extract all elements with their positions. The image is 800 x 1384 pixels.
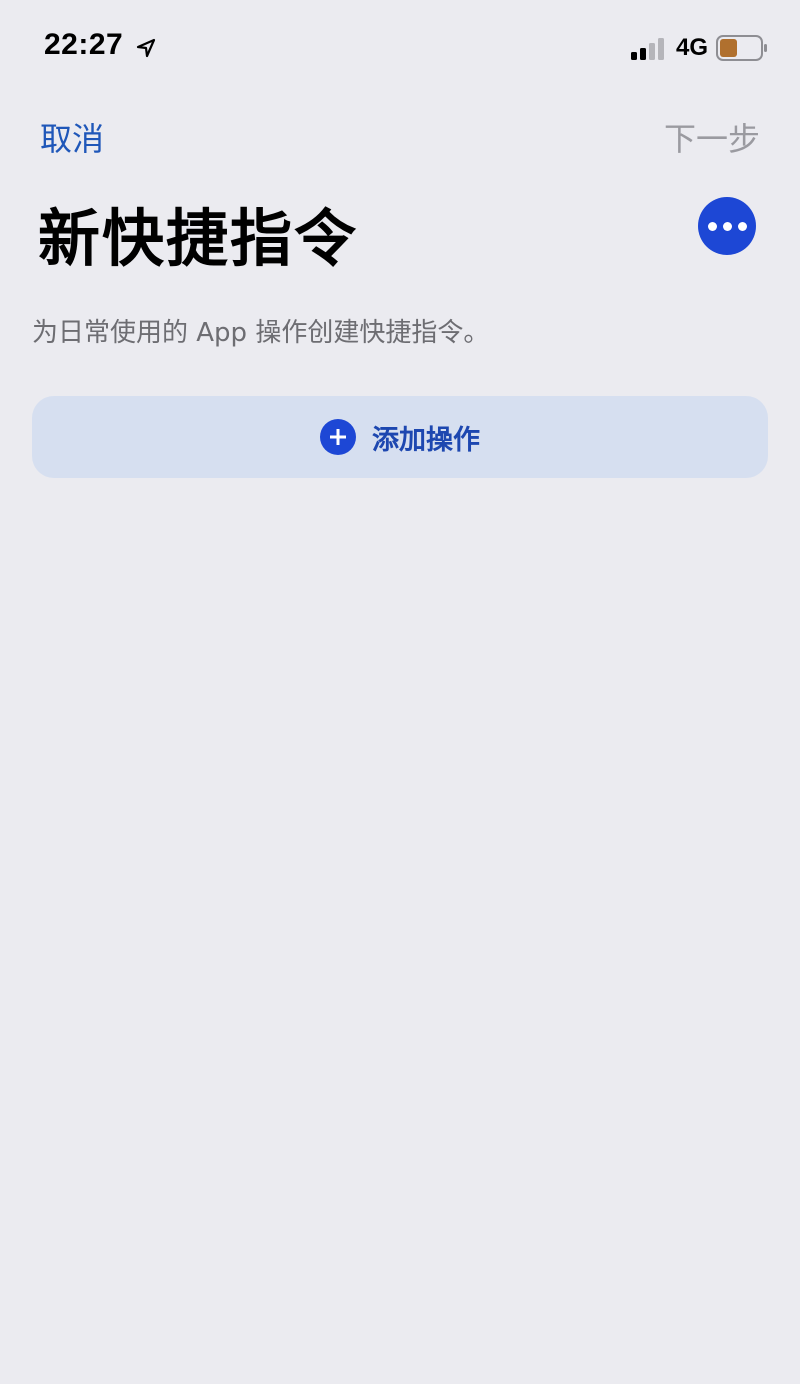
cancel-button[interactable]: 取消 [40,114,104,160]
status-time: 22:27 [44,28,124,61]
page-title: 新快捷指令 [38,202,359,275]
signal-icon [631,38,664,60]
battery-icon [716,35,767,61]
more-options-button[interactable] [698,197,756,255]
description-text: 为日常使用的 App 操作创建快捷指令。 [32,318,490,348]
add-action-button[interactable]: 添加操作 [32,396,768,478]
status-bar: 22:27 4G [0,0,800,96]
next-button[interactable]: 下一步 [664,114,760,160]
location-arrow-icon [136,38,156,58]
ellipsis-icon [707,221,747,231]
add-action-label: 添加操作 [372,424,480,456]
plus-circle-icon [320,419,356,455]
network-type: 4G [676,34,709,61]
